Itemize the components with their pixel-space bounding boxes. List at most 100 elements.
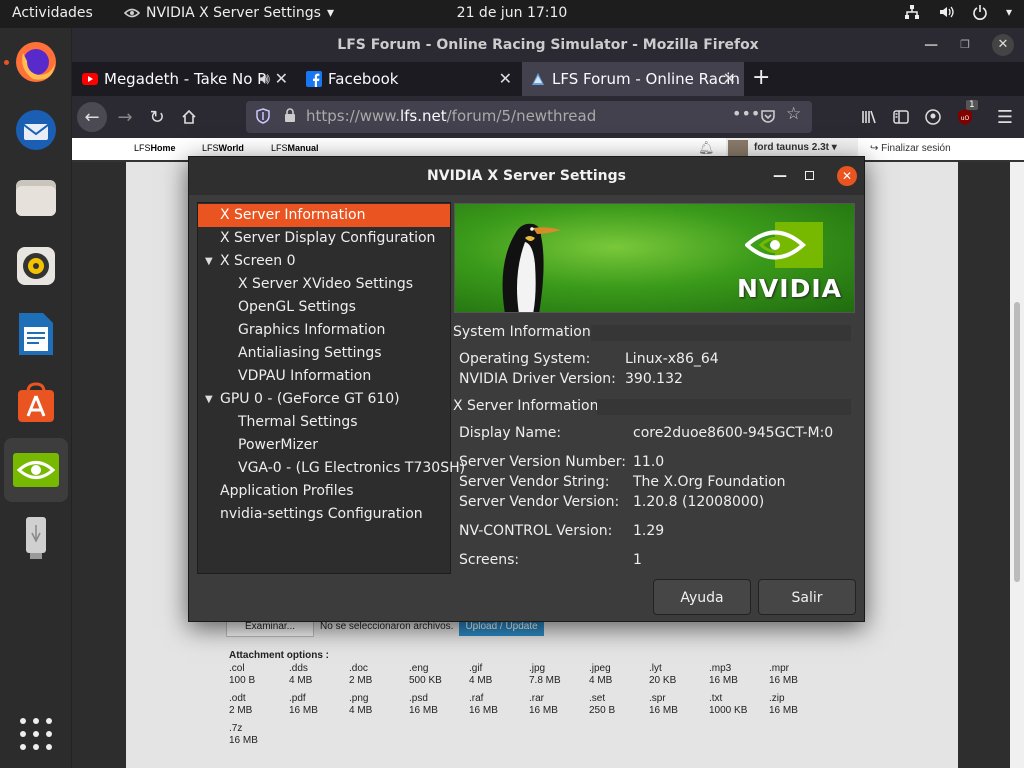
writer-icon — [19, 313, 53, 355]
tree-item-powermizer[interactable]: PowerMizer — [198, 434, 450, 457]
new-tab-button[interactable]: + — [752, 62, 770, 94]
speaker-icon[interactable]: 🔊︎ — [260, 62, 270, 96]
network-icon[interactable] — [904, 4, 920, 20]
youtube-icon — [82, 73, 98, 85]
tree-item-thermal-settings[interactable]: Thermal Settings — [198, 411, 450, 434]
nv-control-version-label: NV-CONTROL Version: — [459, 523, 613, 539]
power-icon[interactable] — [972, 4, 988, 20]
nav-lfs-home[interactable]: LFSHome — [134, 143, 176, 153]
user-menu[interactable]: ford taunus 2.3t ▾ — [726, 138, 858, 158]
driver-version-label: NVIDIA Driver Version: — [459, 371, 616, 387]
tree-item-nvidia-settings-configuration[interactable]: nvidia-settings Configuration — [198, 503, 450, 526]
list-item: .dds 4 MB — [289, 663, 313, 686]
maximize-icon[interactable]: ❐ — [960, 28, 970, 62]
page-scrollbar[interactable] — [1010, 162, 1024, 768]
display-name-label: Display Name: — [459, 425, 562, 441]
files-launcher[interactable] — [4, 166, 68, 230]
thunderbird-launcher[interactable] — [4, 98, 68, 162]
list-item: .pdf 16 MB — [289, 693, 318, 716]
quit-button[interactable]: Salir — [758, 579, 856, 615]
server-version-label: Server Version Number: — [459, 454, 627, 470]
window-controls: — ❐ ✕ — [924, 28, 1014, 62]
close-icon[interactable]: ✕ — [837, 166, 857, 186]
nav-lfs-manual[interactable]: LFSManual — [271, 143, 319, 153]
expander-arrow-icon[interactable]: ▼ — [205, 250, 213, 273]
close-icon[interactable]: ✕ — [992, 34, 1014, 56]
list-item: .rar 16 MB — [529, 693, 558, 716]
list-item: .doc 2 MB — [349, 663, 373, 686]
tree-item-graphics-information[interactable]: Graphics Information — [198, 319, 450, 342]
bookmark-star-icon[interactable]: ☆ — [786, 104, 801, 124]
rhythmbox-launcher[interactable] — [4, 234, 68, 298]
forward-button[interactable]: → — [110, 102, 140, 132]
logout-link[interactable]: ↪︎ Finalizar sesión — [870, 143, 951, 154]
close-icon[interactable]: ✕ — [499, 62, 512, 96]
nav-lfs-world[interactable]: LFSWorld — [202, 143, 244, 153]
volume-icon[interactable] — [938, 4, 954, 20]
tab-strip: Megadeth - Take No P 🔊︎ ✕ Facebook ✕ LFS… — [72, 62, 1024, 96]
library-icon[interactable] — [854, 102, 884, 132]
maximize-icon[interactable] — [805, 171, 814, 180]
tree-item-xvideo-settings[interactable]: X Server XVideo Settings — [198, 273, 450, 296]
tree-item-x-server-display-configuration[interactable]: X Server Display Configuration — [198, 227, 450, 250]
usb-drive-launcher[interactable] — [4, 506, 68, 570]
no-file-label: No se seleccionaron archivos. — [320, 621, 454, 632]
minimize-icon[interactable]: — — [773, 157, 787, 195]
minimize-icon[interactable]: — — [924, 28, 938, 62]
nvidia-titlebar[interactable]: NVIDIA X Server Settings — ✕ — [189, 157, 864, 195]
reload-button[interactable]: ↻ — [142, 102, 172, 132]
list-item: .txt 1000 KB — [709, 693, 748, 716]
home-button[interactable] — [174, 102, 204, 132]
tab-megadeth[interactable]: Megadeth - Take No P 🔊︎ ✕ — [74, 62, 296, 96]
shield-icon[interactable] — [256, 108, 270, 128]
ublock-badge: 1 — [966, 100, 978, 110]
display-name-value: core2duoe8600-945GCT-M:0 — [633, 425, 834, 441]
attachment-options: Attachment options : .col 100 B .dds 4 MB … — [229, 650, 829, 747]
pocket-icon[interactable] — [760, 108, 776, 128]
back-button[interactable]: ← — [77, 102, 107, 132]
system-tray[interactable]: ▾ — [904, 4, 1012, 20]
clock[interactable]: 21 de jun 17:10 — [0, 5, 1024, 21]
menu-icon[interactable]: ☰ — [990, 102, 1020, 132]
ublock-icon[interactable]: uO 1 — [950, 100, 980, 132]
list-item: .eng 500 KB — [409, 663, 442, 686]
expander-arrow-icon[interactable]: ▼ — [205, 388, 213, 411]
attachment-options-heading: Attachment options : — [229, 650, 329, 661]
show-applications-button[interactable] — [20, 718, 52, 750]
list-item: .lyt 20 KB — [649, 663, 677, 686]
tab-lfs-forum[interactable]: LFS Forum - Online Racin ✕ — [522, 62, 744, 96]
list-item: .jpg 7.8 MB — [529, 663, 561, 686]
bell-icon[interactable]: 🔔︎ — [698, 140, 715, 156]
writer-launcher[interactable] — [4, 302, 68, 366]
chevron-down-icon[interactable]: ▾ — [1006, 5, 1012, 19]
tree-item-x-server-information[interactable]: X Server Information — [198, 204, 450, 227]
nvidia-settings-launcher[interactable] — [4, 438, 68, 502]
usb-icon — [26, 517, 46, 559]
tree-item-x-screen-0[interactable]: ▼ X Screen 0 — [198, 250, 450, 273]
tree-item-vga-0[interactable]: VGA-0 - (LG Electronics T730SH) — [198, 457, 465, 480]
page-actions-icon[interactable]: ••• — [732, 104, 760, 123]
software-launcher[interactable] — [4, 370, 68, 434]
list-item: .psd 16 MB — [409, 693, 438, 716]
close-icon[interactable]: ✕ — [275, 62, 288, 96]
tab-facebook[interactable]: Facebook ✕ — [298, 62, 520, 96]
nv-control-version-value: 1.29 — [633, 523, 665, 539]
list-item: .png 4 MB — [349, 693, 373, 716]
list-item: .mp3 16 MB — [709, 663, 738, 686]
tree-item-opengl-settings[interactable]: OpenGL Settings — [198, 296, 450, 319]
sidebar-icon[interactable] — [886, 102, 916, 132]
tree-item-gpu-0[interactable]: ▼ GPU 0 - (GeForce GT 610) — [198, 388, 450, 411]
vendor-string-value: The X.Org Foundation — [633, 474, 786, 490]
firefox-launcher[interactable] — [4, 30, 68, 94]
section-heading-x-server-information: X Server Information — [453, 398, 599, 414]
lock-icon[interactable] — [284, 108, 296, 126]
tree-item-application-profiles[interactable]: Application Profiles — [198, 480, 450, 503]
account-icon[interactable] — [918, 102, 948, 132]
url-bar[interactable]: https://www.lfs.net/forum/5/newthread ••… — [246, 101, 812, 133]
tree-item-vdpau-information[interactable]: VDPAU Information — [198, 365, 450, 388]
help-button[interactable]: Ayuda — [653, 579, 751, 615]
chevron-down-icon: ▾ — [831, 142, 837, 153]
close-icon[interactable]: ✕ — [723, 62, 736, 96]
tree-item-antialiasing-settings[interactable]: Antialiasing Settings — [198, 342, 450, 365]
firefox-titlebar[interactable]: LFS Forum - Online Racing Simulator - Mo… — [72, 28, 1024, 62]
